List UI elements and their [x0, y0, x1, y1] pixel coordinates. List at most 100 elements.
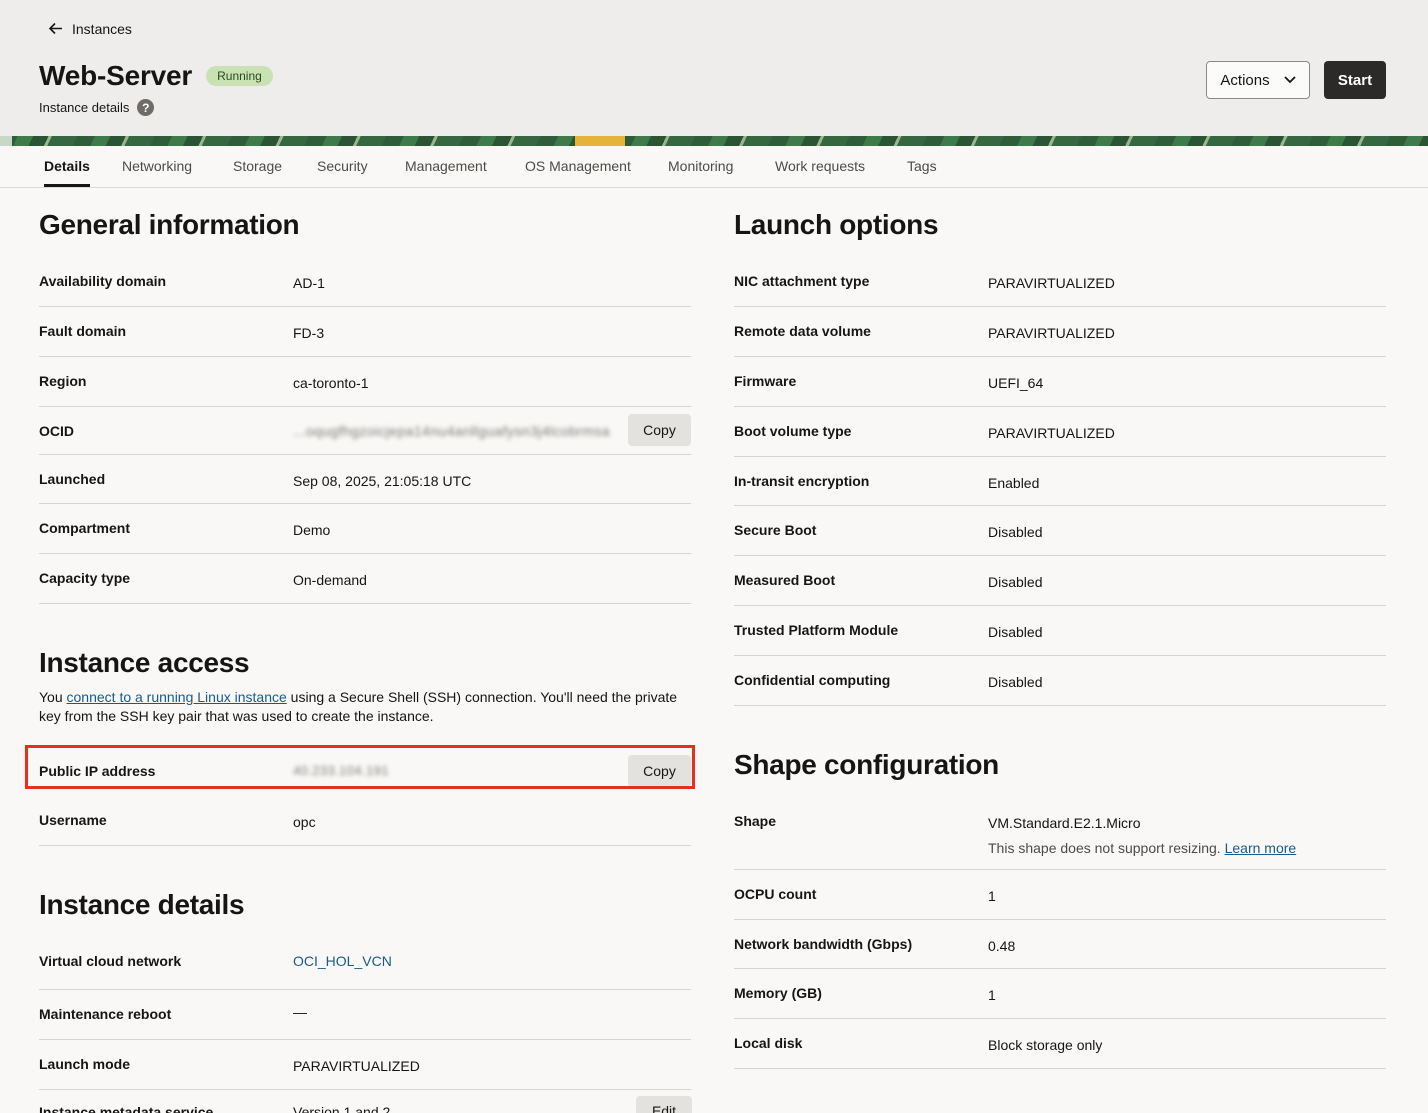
row-value: Enabled	[988, 475, 1040, 491]
actions-label: Actions	[1220, 71, 1270, 89]
local-disk-row: Local disk Block storage only	[734, 1019, 1386, 1069]
maintenance-reboot-row: Maintenance reboot —	[39, 990, 691, 1040]
row-value: FD-3	[293, 325, 325, 341]
capacity-type-row: Capacity type On-demand	[39, 554, 691, 604]
row-label: Memory (GB)	[734, 985, 822, 1001]
back-to-instances-link[interactable]: Instances	[47, 20, 132, 37]
row-value: Sep 08, 2025, 21:05:18 UTC	[293, 473, 472, 489]
row-label: OCID	[39, 423, 74, 439]
nic-attachment-row: NIC attachment type PARAVIRTUALIZED	[734, 258, 1386, 307]
row-label: Fault domain	[39, 323, 127, 339]
remote-data-volume-row: Remote data volume PARAVIRTUALIZED	[734, 307, 1386, 357]
row-value: Disabled	[988, 574, 1043, 590]
row-value: PARAVIRTUALIZED	[293, 1058, 420, 1074]
row-label: Trusted Platform Module	[734, 622, 899, 638]
tab-networking[interactable]: Networking	[122, 158, 192, 174]
shape-row: Shape VM.Standard.E2.1.Micro This shape …	[734, 798, 1386, 870]
row-label: Confidential computing	[734, 672, 891, 688]
tab-security[interactable]: Security	[317, 158, 368, 174]
row-label: Shape	[734, 813, 777, 829]
row-label: Secure Boot	[734, 522, 817, 538]
row-label: Region	[39, 373, 87, 389]
tab-details[interactable]: Details	[44, 158, 90, 187]
row-value: 1	[988, 888, 996, 904]
general-information-heading: General information	[39, 209, 300, 240]
arrow-left-icon	[48, 22, 62, 35]
row-label: Local disk	[734, 1035, 803, 1051]
launched-row: Launched Sep 08, 2025, 21:05:18 UTC	[39, 455, 691, 504]
status-badge: Running	[206, 66, 273, 86]
row-value: Disabled	[988, 524, 1043, 540]
row-value: opc	[293, 814, 316, 830]
page-title: Web-Server	[39, 60, 193, 91]
row-label: Firmware	[734, 373, 797, 389]
row-label: Launched	[39, 471, 106, 487]
tab-os-management[interactable]: OS Management	[525, 158, 631, 174]
shape-configuration-heading: Shape configuration	[734, 749, 999, 780]
row-value: PARAVIRTUALIZED	[988, 275, 1115, 291]
firmware-row: Firmware UEFI_64	[734, 357, 1386, 407]
metadata-service-row: Instance metadata service Version 1 and …	[39, 1090, 691, 1113]
tab-work-requests[interactable]: Work requests	[775, 158, 865, 174]
edit-metadata-button[interactable]: Edit	[636, 1096, 692, 1113]
row-value: Version 1 and 2	[293, 1104, 391, 1113]
row-label: Instance metadata service	[39, 1104, 214, 1113]
public-ip-highlight-box	[25, 745, 695, 789]
connect-linux-instance-link[interactable]: connect to a running Linux instance	[67, 689, 287, 705]
confidential-computing-row: Confidential computing Disabled	[734, 656, 1386, 706]
instance-access-description: You connect to a running Linux instance …	[39, 689, 678, 724]
row-label: Boot volume type	[734, 423, 852, 439]
tab-storage[interactable]: Storage	[233, 158, 282, 174]
tab-management[interactable]: Management	[405, 158, 487, 174]
actions-menu-button[interactable]: Actions	[1206, 61, 1310, 99]
instance-access-heading: Instance access	[39, 647, 250, 678]
row-value: —	[293, 1004, 307, 1020]
start-button[interactable]: Start	[1324, 61, 1386, 99]
username-row: Username opc	[39, 796, 691, 846]
tab-bar: Details Networking Storage Security Mana…	[0, 146, 1428, 188]
back-link-label[interactable]: Instances	[72, 21, 132, 37]
row-value: 1	[988, 987, 996, 1003]
row-label: Compartment	[39, 520, 131, 536]
row-label: Availability domain	[39, 273, 167, 289]
fault-domain-row: Fault domain FD-3	[39, 307, 691, 357]
network-bandwidth-row: Network bandwidth (Gbps) 0.48	[734, 920, 1386, 969]
page-subtitle: Instance details	[39, 100, 130, 115]
launch-mode-row: Launch mode PARAVIRTUALIZED	[39, 1040, 691, 1090]
decorative-banner	[0, 136, 1428, 146]
measured-boot-row: Measured Boot Disabled	[734, 556, 1386, 606]
memory-row: Memory (GB) 1	[734, 969, 1386, 1019]
shape-value: VM.Standard.E2.1.Micro	[988, 815, 1141, 831]
row-value: PARAVIRTUALIZED	[988, 425, 1115, 441]
tab-monitoring[interactable]: Monitoring	[668, 158, 733, 174]
row-value: On-demand	[293, 572, 367, 588]
row-label: OCPU count	[734, 886, 817, 902]
shape-resize-note: This shape does not support resizing. Le…	[988, 840, 1297, 856]
chevron-down-icon	[1283, 76, 1296, 84]
instance-details-heading: Instance details	[39, 889, 245, 920]
row-label: NIC attachment type	[734, 273, 870, 289]
row-label: In-transit encryption	[734, 473, 870, 489]
row-label: Maintenance reboot	[39, 1006, 172, 1022]
page-header: Instances Web-Server Running Instance de…	[0, 0, 1428, 136]
row-value: PARAVIRTUALIZED	[988, 325, 1115, 341]
in-transit-encryption-row: In-transit encryption Enabled	[734, 457, 1386, 506]
tab-tags[interactable]: Tags	[907, 158, 937, 174]
row-label: Username	[39, 812, 107, 828]
boot-volume-type-row: Boot volume type PARAVIRTUALIZED	[734, 407, 1386, 457]
row-label: Capacity type	[39, 570, 131, 586]
row-value: 0.48	[988, 938, 1016, 954]
learn-more-link[interactable]: Learn more	[1225, 840, 1297, 856]
row-value: ca-toronto-1	[293, 375, 369, 391]
trusted-platform-module-row: Trusted Platform Module Disabled	[734, 606, 1386, 656]
help-icon[interactable]: ?	[137, 99, 155, 116]
row-value: Block storage only	[988, 1037, 1103, 1053]
row-value: Demo	[293, 522, 331, 538]
availability-domain-row: Availability domain AD-1	[39, 258, 691, 307]
row-label: Network bandwidth (Gbps)	[734, 936, 913, 952]
copy-ocid-button[interactable]: Copy	[628, 414, 691, 446]
vcn-link[interactable]: OCI_HOL_VCN	[293, 953, 392, 969]
row-value: UEFI_64	[988, 375, 1044, 391]
row-label: Measured Boot	[734, 572, 836, 588]
row-value: Disabled	[988, 624, 1043, 640]
